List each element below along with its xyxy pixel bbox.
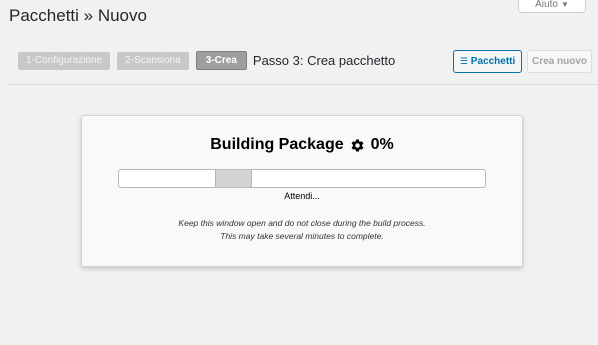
gear-icon — [351, 138, 363, 151]
step-configuration: 1-Configurazione — [18, 51, 111, 70]
progress-indicator — [215, 170, 252, 187]
page-title: Pacchetti » Nuovo — [9, 6, 147, 25]
packages-button[interactable]: ☰ Pacchetti — [453, 50, 522, 73]
step-caption: Passo 3: Crea pacchetto — [252, 53, 396, 68]
wait-text: Attendi... — [284, 191, 320, 201]
build-note: Keep this window open and do not close d… — [82, 217, 522, 243]
help-tab[interactable]: Aiuto ▼ — [518, 0, 586, 13]
step-scan: 2-Scansiona — [117, 51, 189, 70]
packages-button-label: Pacchetti — [470, 56, 516, 67]
caret-down-icon: ▼ — [560, 0, 569, 9]
build-panel: Building Package 0% Attendi... Keep this… — [81, 115, 523, 267]
list-icon: ☰ — [459, 56, 468, 66]
build-note-line-1: Keep this window open and do not close d… — [178, 218, 426, 228]
header-divider — [9, 84, 598, 85]
step-build: 3-Crea — [195, 51, 247, 70]
progress-bar — [118, 169, 486, 188]
create-new-button[interactable]: Crea nuovo — [527, 50, 592, 73]
build-title: Building Package — [210, 136, 344, 153]
help-label: Aiuto — [535, 0, 558, 10]
wizard-steps: 1-Configurazione 2-Scansiona 3-Crea Pass… — [18, 51, 395, 70]
build-note-line-2: This may take several minutes to complet… — [220, 231, 384, 241]
build-heading: Building Package 0% — [82, 136, 522, 154]
build-percent: 0% — [370, 136, 394, 153]
